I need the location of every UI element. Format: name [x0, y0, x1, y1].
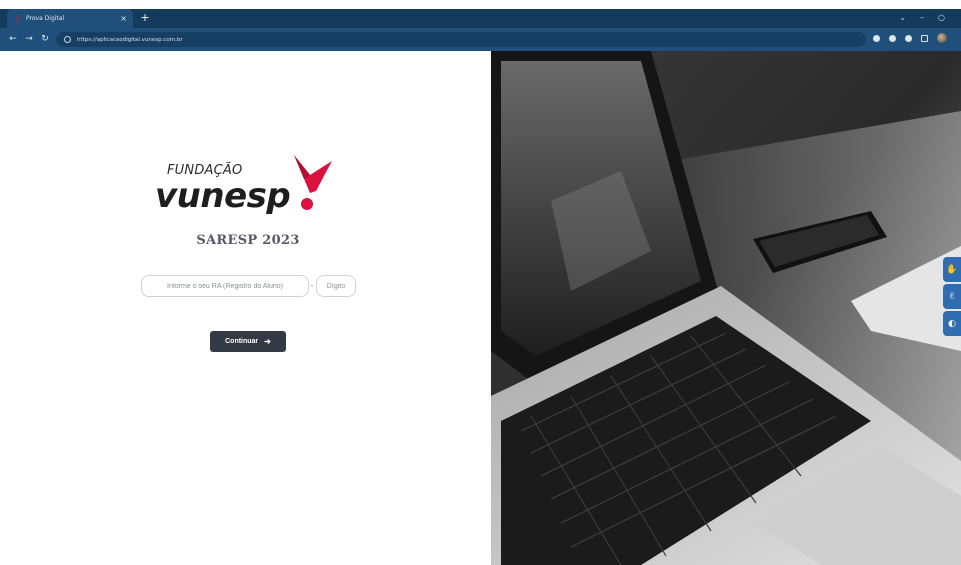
- puzzle-extensions-icon[interactable]: [905, 34, 912, 42]
- vunesp-logo: FUNDAÇÃO vunesp: [153, 149, 343, 219]
- extension-icon[interactable]: [873, 34, 880, 42]
- laptop-photo: [491, 51, 961, 565]
- continuar-button[interactable]: Continuar ➜: [210, 331, 286, 352]
- laptop-photo-image: [491, 51, 961, 565]
- page-content: FUNDAÇÃO vunesp SARESP 2023 - Continuar …: [5, 51, 961, 565]
- digito-input[interactable]: [316, 275, 356, 297]
- url-text: https://aplicacaodigital.vunesp.com.br: [77, 36, 183, 43]
- profile-avatar[interactable]: [937, 33, 947, 43]
- extension-icons: [873, 33, 947, 43]
- exam-title: SARESP 2023: [196, 233, 300, 248]
- minimize-icon[interactable]: –: [920, 10, 924, 26]
- window-controls: ⌄ – ○: [899, 10, 945, 26]
- vunesp-mark-icon: [294, 155, 332, 210]
- browser-tab[interactable]: Prova Digital ×: [7, 9, 133, 28]
- reload-icon[interactable]: ↻: [38, 32, 52, 46]
- site-info-icon[interactable]: [64, 36, 71, 43]
- extension-icon[interactable]: [889, 34, 896, 42]
- eye-contrast-icon[interactable]: ◐: [943, 311, 961, 336]
- logo-vunesp-text: vunesp: [155, 176, 291, 216]
- browser-tabstrip: Prova Digital × + ⌄ – ○: [0, 9, 961, 28]
- forward-icon[interactable]: →: [22, 32, 36, 46]
- tab-title: Prova Digital: [26, 15, 65, 22]
- new-tab-button[interactable]: +: [138, 11, 152, 25]
- browser-toolbar: ← → ↻ https://aplicacaodigital.vunesp.co…: [0, 28, 961, 51]
- login-pane: FUNDAÇÃO vunesp SARESP 2023 - Continuar …: [5, 51, 491, 565]
- side-panel-icon[interactable]: [921, 34, 928, 42]
- tab-close-icon[interactable]: ×: [120, 14, 127, 23]
- continuar-label: Continuar: [225, 338, 259, 345]
- accessibility-hand-icon[interactable]: ✋: [943, 257, 961, 282]
- screen: Prova Digital × + ⌄ – ○ ← → ↻ https://ap…: [0, 0, 961, 565]
- vunesp-favicon-icon: [14, 15, 21, 23]
- maximize-icon[interactable]: ○: [938, 10, 945, 26]
- sign-in-icon: ➜: [264, 337, 271, 346]
- sign-language-icon[interactable]: ✌: [943, 284, 961, 309]
- address-bar[interactable]: https://aplicacaodigital.vunesp.com.br: [56, 32, 866, 47]
- tab-search-icon[interactable]: ⌄: [899, 10, 906, 26]
- back-icon[interactable]: ←: [6, 32, 20, 46]
- ra-input[interactable]: [141, 275, 309, 297]
- accessibility-widget: ✋ ✌ ◐: [943, 257, 961, 337]
